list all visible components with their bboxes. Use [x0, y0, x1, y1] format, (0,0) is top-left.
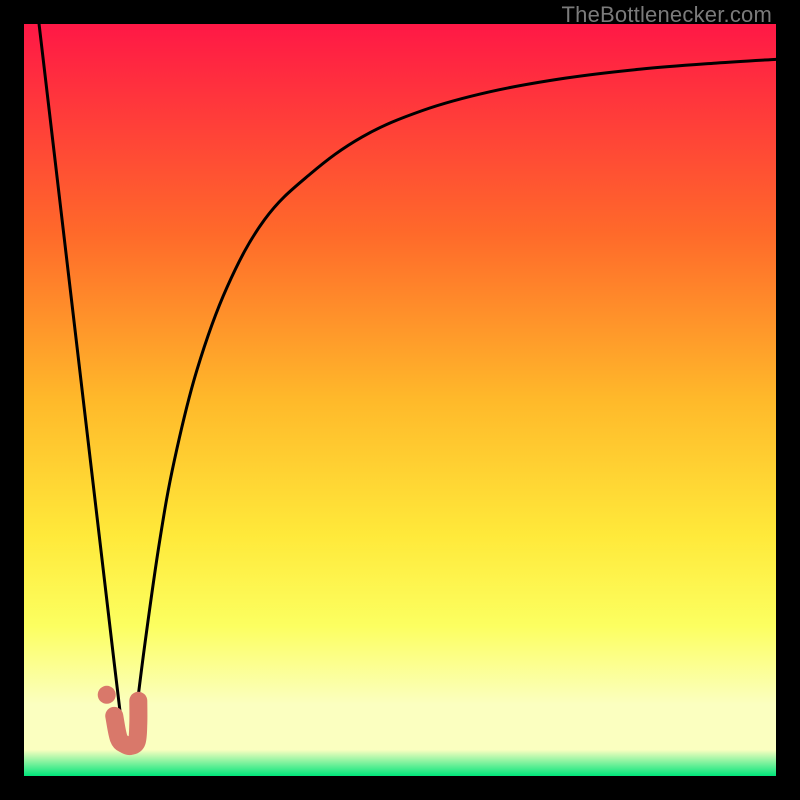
j-marker-dot	[98, 686, 116, 704]
gradient-background	[24, 24, 776, 776]
chart-frame	[24, 24, 776, 776]
bottleneck-chart	[24, 24, 776, 776]
